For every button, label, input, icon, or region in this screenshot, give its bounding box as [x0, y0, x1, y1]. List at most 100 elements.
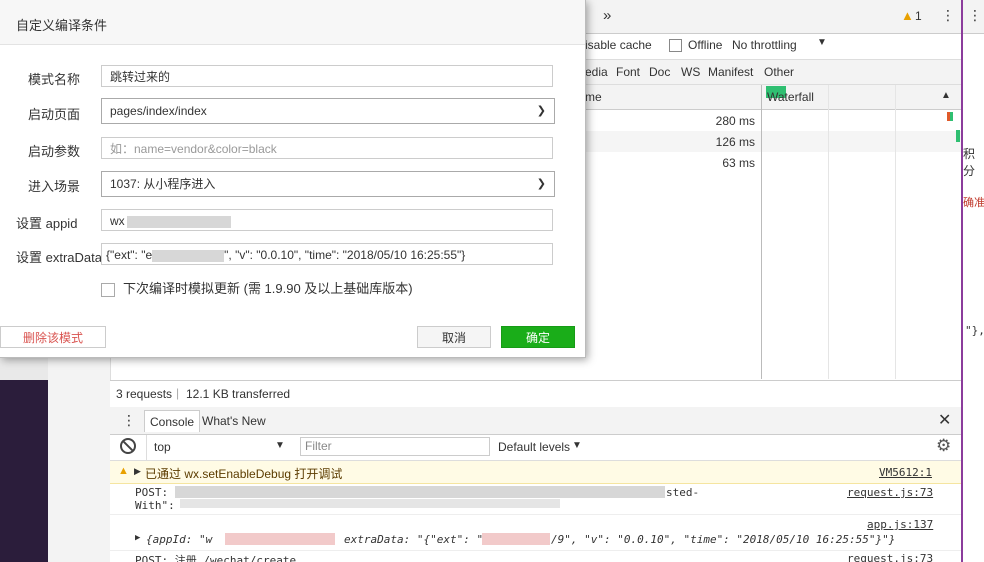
extra-data-suffix: ", "v": "0.0.10", "time": "2018/05/10 16…: [224, 248, 466, 262]
time-cell: 63 ms: [722, 156, 755, 170]
time-column-header[interactable]: me: [585, 90, 602, 104]
redacted-text: [175, 486, 665, 498]
expand-icon[interactable]: ▶: [134, 466, 141, 477]
close-icon[interactable]: ✕: [938, 410, 951, 430]
source-link[interactable]: request.js:73: [847, 552, 933, 562]
console-toolbar: top ▼ Filter Default levels ▼ ⚙: [110, 435, 961, 461]
console-log-row: POST: 注册 /wechat/create request.js:73: [110, 551, 961, 562]
filter-font[interactable]: Font: [616, 65, 640, 79]
scene-value: 1037: 从小程序进入: [110, 177, 216, 191]
delete-mode-button[interactable]: 删除该模式: [0, 326, 106, 348]
filter-media[interactable]: edia: [585, 65, 608, 79]
console-log-row: app.js:137 ▶ {appId: "w extraData: "{"ex…: [110, 516, 961, 551]
custom-compile-dialog: 自定义编译条件 模式名称 跳转过来的 启动页面 pages/index/inde…: [0, 0, 586, 358]
filter-manifest[interactable]: Manifest: [708, 65, 753, 79]
table-row[interactable]: 280 ms: [585, 110, 761, 131]
context-select[interactable]: top: [154, 440, 171, 454]
drawer-menu-icon[interactable]: ⋮: [122, 412, 136, 429]
console-messages: ▲ ▶ 已通过 wx.setEnableDebug 打开调试 VM5612:1 …: [110, 461, 961, 562]
start-params-label: 启动参数: [28, 144, 81, 159]
tab-console[interactable]: Console: [144, 410, 201, 432]
extra-data-input[interactable]: {"ext": "e ", "v": "0.0.10", "time": "201…: [101, 243, 553, 265]
separator: |: [176, 386, 180, 400]
simulate-update-checkbox[interactable]: [101, 282, 115, 297]
console-warning-row[interactable]: ▲ ▶ 已通过 wx.setEnableDebug 打开调试 VM5612:1: [110, 461, 961, 484]
redacted-text: [482, 533, 550, 545]
dialog-title: 自定义编译条件: [16, 18, 108, 33]
filter-other[interactable]: Other: [764, 65, 794, 79]
redacted-text: [225, 533, 335, 545]
extra-data-prefix: {"ext": "e: [106, 248, 153, 262]
request-count: 3 requests: [116, 387, 173, 401]
expand-icon[interactable]: ▶: [135, 533, 140, 543]
time-cell: 280 ms: [715, 114, 755, 128]
appid-value: wx: [110, 214, 125, 228]
waterfall-column-header[interactable]: Waterfall: [767, 90, 814, 104]
waterfall-bar: [950, 112, 953, 121]
dialog-titlebar: 自定义编译条件: [0, 0, 585, 45]
warning-count: 1: [915, 9, 922, 23]
throttling-select[interactable]: No throttling: [732, 38, 797, 52]
simulate-update-toggle[interactable]: 下次编译时模拟更新 (需 1.9.90 及以上基础库版本): [101, 278, 413, 297]
start-page-label: 启动页面: [28, 107, 81, 122]
network-filters: edia Font Doc WS Manifest Other: [585, 60, 961, 85]
confirm-button[interactable]: 确定: [501, 326, 575, 348]
tab-whats-new[interactable]: What's New: [202, 414, 266, 428]
levels-chevron-icon[interactable]: ▼: [572, 440, 582, 451]
source-link[interactable]: request.js:73: [847, 486, 933, 499]
menu-icon[interactable]: ⋮: [941, 7, 955, 24]
appid-label: 设置 appid: [16, 216, 78, 231]
console-filter-input[interactable]: Filter: [300, 437, 490, 456]
network-rows: 280 ms 126 ms 63 ms: [585, 110, 961, 378]
context-chevron-icon[interactable]: ▼: [275, 440, 285, 451]
table-row[interactable]: 126 ms: [585, 131, 761, 152]
offline-toggle[interactable]: Offline: [669, 38, 723, 53]
start-params-input[interactable]: 如：name=vendor&color=black: [101, 137, 553, 159]
filter-doc[interactable]: Doc: [649, 65, 670, 79]
redacted-text: [126, 215, 231, 228]
devtools-tabbar: » ▲ 1 ⋮: [585, 0, 961, 34]
throttling-chevron-icon[interactable]: ▼: [817, 37, 827, 48]
edge-text: 积分: [963, 147, 976, 178]
warning-icon[interactable]: ▲: [901, 8, 914, 23]
log-levels-select[interactable]: Default levels: [498, 440, 570, 454]
appid-input[interactable]: wx: [101, 209, 553, 231]
log-text: sted-: [666, 486, 700, 499]
transferred-size: 12.1 KB transferred: [186, 387, 291, 401]
sort-up-icon[interactable]: ▲: [941, 90, 951, 101]
simulator-background: [0, 380, 48, 562]
start-page-select[interactable]: pages/index/index ❯: [101, 98, 555, 124]
source-link[interactable]: app.js:137: [867, 518, 933, 531]
more-tabs-icon[interactable]: »: [603, 7, 611, 24]
mode-name-input[interactable]: 跳转过来的: [101, 65, 553, 87]
warning-icon: ▲: [118, 465, 129, 477]
waterfall-row-bg: [761, 131, 961, 152]
menu-icon[interactable]: ⋮: [968, 7, 982, 24]
log-text: POST:: [135, 486, 169, 499]
waterfall-bar: [956, 130, 960, 142]
gear-icon[interactable]: ⚙: [936, 436, 951, 456]
warning-text: 已通过 wx.setEnableDebug 打开调试: [145, 467, 343, 481]
redacted-text: [180, 499, 560, 508]
network-table-header: me Waterfall ▲: [585, 85, 961, 110]
offline-label: Offline: [688, 38, 723, 52]
cancel-button[interactable]: 取消: [417, 326, 491, 348]
log-text: extraData: "{"ext": ": [344, 533, 484, 546]
source-link[interactable]: VM5612:1: [879, 466, 932, 479]
console-log-row: POST: sted- With": request.js:73: [110, 484, 961, 515]
filter-ws[interactable]: WS: [681, 65, 700, 79]
grid-line: [895, 85, 896, 379]
scene-select[interactable]: 1037: 从小程序进入 ❯: [101, 171, 555, 197]
scene-label: 进入场景: [28, 179, 81, 194]
chevron-down-icon: ❯: [536, 105, 546, 117]
redacted-text: [152, 249, 225, 262]
log-text: With":: [135, 499, 175, 512]
disable-cache-label[interactable]: isable cache: [585, 38, 652, 52]
offline-checkbox[interactable]: [669, 39, 682, 53]
simulate-update-label: 下次编译时模拟更新 (需 1.9.90 及以上基础库版本): [123, 281, 413, 296]
start-page-value: pages/index/index: [110, 104, 207, 118]
table-row[interactable]: 63 ms: [585, 152, 761, 173]
column-divider: [761, 85, 762, 379]
start-params-placeholder: 如：name=vendor&color=black: [110, 142, 277, 156]
log-text: POST: 注册 /wechat/create: [135, 554, 297, 562]
